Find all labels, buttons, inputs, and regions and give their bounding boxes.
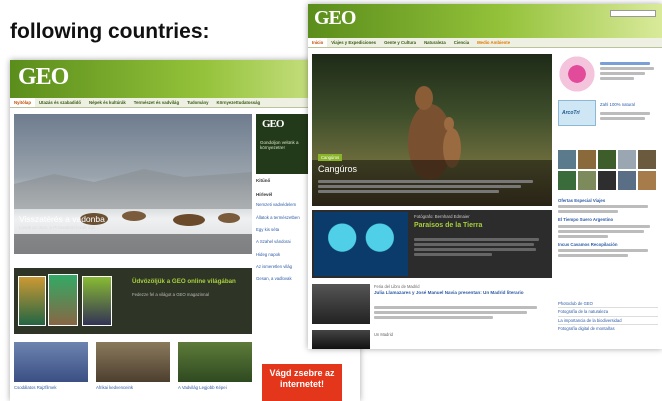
magazine-cover[interactable] bbox=[18, 276, 46, 326]
magazine-cover[interactable] bbox=[48, 274, 78, 326]
spain-hero-badge: Cangúros bbox=[318, 154, 343, 161]
spain-nav: Inicio Viajes y Expediciones Gente y Cul… bbox=[308, 38, 662, 48]
spain-right-ad[interactable] bbox=[558, 56, 596, 96]
hungary-hero-image[interactable]: Visszatérés a vadonba Lovak az úton, a P… bbox=[14, 114, 252, 254]
hungary-nav-home[interactable]: Nyitólap bbox=[10, 98, 35, 107]
hungary-thumb-3[interactable] bbox=[178, 342, 252, 382]
spain-right-ad-text bbox=[600, 60, 656, 82]
right-list-item[interactable]: Fotografía digital de montañas bbox=[558, 325, 658, 332]
hungary-nav-science[interactable]: Tudomány bbox=[183, 98, 212, 107]
right-link[interactable]: Ofertas Especial Viajes bbox=[558, 198, 658, 203]
photo-thumb[interactable] bbox=[558, 171, 576, 190]
hungary-hero-title[interactable]: Visszatérés a vadonba bbox=[19, 214, 105, 224]
spain-nav-home[interactable]: Inicio bbox=[308, 38, 328, 47]
spain-right-links: Ofertas Especial Viajes El Tiempo Suero … bbox=[558, 198, 658, 259]
hungary-nav-environment[interactable]: Környezettudatosság bbox=[212, 98, 264, 107]
hungary-thumb-3-label[interactable]: A Vadvilág Legjobb Képei bbox=[178, 385, 252, 390]
spain-right-list: Photoclub de GEO Fotografía de la natura… bbox=[558, 300, 658, 332]
hungary-thumb-2[interactable] bbox=[96, 342, 170, 382]
photo-thumb[interactable] bbox=[598, 171, 616, 190]
spain-nav-nature[interactable]: Naturaleza bbox=[420, 38, 450, 47]
spain-sponsor-logo[interactable]: ArcoTri bbox=[558, 100, 596, 126]
photo-thumb[interactable] bbox=[638, 171, 656, 190]
right-list-item[interactable]: Photoclub de GEO bbox=[558, 300, 658, 309]
spain-news-image[interactable] bbox=[312, 284, 370, 324]
spain-sponsor-label: ArcoTri bbox=[562, 110, 580, 116]
hungary-welcome-subtitle: Fedezze fel a világot a GEO magazinnal bbox=[132, 292, 209, 297]
spain-feature-title[interactable]: Paraísos de la Tierra bbox=[414, 222, 482, 229]
spain-logo[interactable]: GEO bbox=[314, 7, 356, 30]
right-list-item[interactable]: Fotografía de la naturaleza bbox=[558, 308, 658, 317]
spain-hero-title[interactable]: Cangúros bbox=[318, 164, 357, 174]
hungary-welcome-title: Üdvözöljük a GEO online világában bbox=[132, 278, 236, 285]
hungary-nav-nature[interactable]: Természet és vadvilág bbox=[130, 98, 183, 107]
hungary-hero-subtitle: Lovak az úton, a Przewalski-lovak útja..… bbox=[19, 225, 100, 230]
hungary-red-ad[interactable]: Vágd zsebre az internetet! bbox=[262, 364, 342, 401]
photo-thumb[interactable] bbox=[618, 150, 636, 169]
hungary-side-promo[interactable]: GEO Gondoljon velünk a környezetre! bbox=[256, 114, 314, 174]
spain-nav-science[interactable]: Ciencia bbox=[450, 38, 473, 47]
photo-thumb[interactable] bbox=[618, 171, 636, 190]
photo-thumb[interactable] bbox=[578, 171, 596, 190]
spain-news-title[interactable]: Julia Llamazares y José Manuel Navia pre… bbox=[374, 290, 550, 296]
spain-hero-image[interactable]: Cangúros Cangúros bbox=[312, 54, 552, 206]
right-link[interactable]: Incus Cavamos Recopilación bbox=[558, 242, 658, 247]
spain-news-kicker: Feria del Libro de Madrid bbox=[374, 284, 420, 289]
spain-news-kicker-2: Un Madrid bbox=[374, 332, 393, 337]
spain-nav-environment[interactable]: Medio Ambiente bbox=[473, 38, 514, 47]
photo-thumb[interactable] bbox=[638, 150, 656, 169]
spain-hero-caption bbox=[318, 178, 544, 195]
magazine-covers[interactable] bbox=[18, 272, 120, 330]
hungary-nav-people[interactable]: Népek és kultúrák bbox=[85, 98, 130, 107]
spain-nav-travel[interactable]: Viajes y Expediciones bbox=[327, 38, 380, 47]
hungary-logo[interactable]: GEO bbox=[18, 64, 69, 91]
photo-thumb[interactable] bbox=[598, 150, 616, 169]
magazine-cover[interactable] bbox=[82, 276, 112, 326]
right-link[interactable]: El Tiempo Suero Argentino bbox=[558, 217, 658, 222]
photo-thumb[interactable] bbox=[558, 150, 576, 169]
spain-nav-culture[interactable]: Gente y Cultura bbox=[380, 38, 420, 47]
spain-news-image-2[interactable] bbox=[312, 330, 370, 349]
geo-spain-screenshot: GEO Inicio Viajes y Expediciones Gente y… bbox=[308, 4, 662, 349]
hungary-thumb-1[interactable] bbox=[14, 342, 88, 382]
spain-right-ad-label-text bbox=[600, 110, 656, 122]
hungary-thumb-2-label[interactable]: Afrikai kedvenceink bbox=[96, 385, 170, 390]
spain-photo-grid[interactable] bbox=[558, 150, 658, 192]
spain-feature-text bbox=[414, 236, 544, 258]
spain-feature-image bbox=[314, 212, 408, 276]
spain-feature-kicker: Fotógrafo: Bernhard Edmaier bbox=[414, 214, 470, 219]
hungary-thumb-1-label[interactable]: Csodálatos Rajzfilmek bbox=[14, 385, 88, 390]
spain-feature[interactable]: Fotógrafo: Bernhard Edmaier Paraísos de … bbox=[312, 210, 552, 278]
hungary-nav-travel[interactable]: Utazás és szabadidő bbox=[35, 98, 85, 107]
spain-search-input[interactable] bbox=[610, 10, 656, 17]
hungary-welcome-band: Üdvözöljük a GEO online világában Fedezz… bbox=[14, 268, 252, 334]
hungary-side-logo: GEO bbox=[262, 118, 284, 130]
spain-news-text bbox=[374, 304, 544, 321]
hungary-ad-text: Vágd zsebre az internetet! bbox=[269, 368, 335, 390]
hungary-side-promo-text: Gondoljon velünk a környezetre! bbox=[260, 140, 299, 151]
page-heading: following countries: bbox=[10, 20, 210, 43]
horses-illustration bbox=[14, 169, 252, 254]
right-list-item[interactable]: La importancia de la biodiversidad bbox=[558, 317, 658, 325]
photo-thumb[interactable] bbox=[578, 150, 596, 169]
spain-right-ad-label[interactable]: Zahl 100% natural bbox=[600, 102, 635, 107]
spain-header: GEO bbox=[308, 4, 662, 38]
